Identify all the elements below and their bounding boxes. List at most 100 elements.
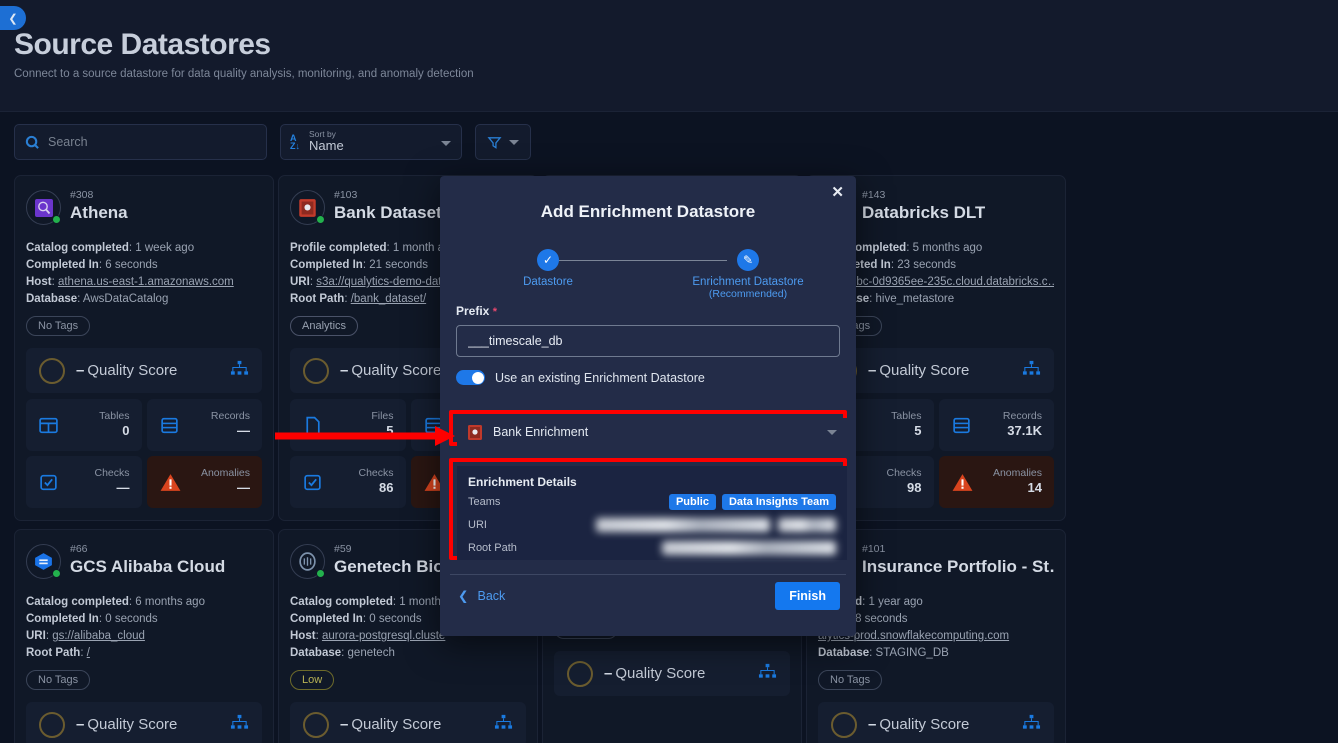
lineage-icon-wrap[interactable] (1022, 714, 1041, 735)
quality-score-box[interactable]: – Quality Score (26, 348, 262, 393)
lineage-icon-wrap[interactable] (758, 663, 777, 684)
close-icon[interactable]: ✕ (831, 185, 844, 200)
quality-score-box[interactable]: – Quality Score (26, 702, 262, 743)
lineage-icon-wrap[interactable] (230, 714, 249, 735)
datastore-avatar (26, 544, 61, 579)
finish-button[interactable]: Finish (775, 582, 840, 610)
card-meta-line: URI: gs://alibaba_cloud (26, 630, 145, 642)
stepper-step-enrichment-datastore[interactable]: ✎ Enrichment Datastore (Recommended) (673, 244, 823, 300)
stepper-step-datastore[interactable]: ✓ Datastore (473, 244, 623, 288)
modal-back-label: Back (477, 588, 506, 603)
meta-key: Database (290, 647, 342, 659)
quality-score-box[interactable]: – Quality Score (554, 651, 790, 696)
stat-records[interactable]: Records — (146, 399, 262, 451)
meta-value: hive_metastore (875, 293, 955, 305)
stat-anomalies[interactable]: Anomalies 14 (938, 456, 1054, 508)
meta-link[interactable]: /bank_dataset/ (351, 293, 426, 305)
meta-link[interactable]: gs://alibaba_cloud (52, 630, 145, 642)
stat-checks[interactable]: Checks — (26, 456, 142, 508)
lineage-icon (1022, 714, 1041, 729)
use-existing-enrichment-toggle[interactable] (456, 370, 485, 385)
checks-icon (304, 474, 321, 490)
pencil-icon: ✎ (737, 249, 759, 271)
quality-score-box[interactable]: – Quality Score (818, 702, 1054, 743)
quality-score-ring (831, 711, 857, 738)
lineage-icon-wrap[interactable] (494, 714, 513, 735)
quality-score-value: – (868, 716, 877, 733)
quality-score-label: Quality Score (351, 362, 442, 379)
datastore-card[interactable]: #66 GCS Alibaba Cloud Catalog completed: 6… (14, 529, 274, 743)
chevron-down-icon (827, 429, 837, 435)
prefix-input[interactable] (456, 325, 840, 357)
stat-records[interactable]: Records 37.1K (938, 399, 1054, 451)
meta-key: Catalog completed (26, 596, 129, 608)
enrichment-details-row-teams: Teams Public Data Insights Team (468, 492, 836, 512)
quality-score-label: Quality Score (615, 665, 706, 682)
lineage-icon-wrap[interactable] (1022, 360, 1041, 381)
stat-label: Records (1002, 410, 1042, 423)
meta-link[interactable]: athena.us-east-1.amazonaws.com (58, 276, 234, 288)
card-tag[interactable]: No Tags (26, 670, 91, 690)
modal-stepper: ✓ Datastore ✎ Enrichment Datastore (Reco… (483, 244, 813, 300)
meta-value: 6 seconds (105, 259, 158, 271)
meta-key: Database (818, 647, 870, 659)
datastore-card[interactable]: #308 Athena Catalog completed: 1 week ago C… (14, 175, 274, 521)
enrichment-details-panel: Enrichment Details Teams Public Data Ins… (457, 466, 847, 560)
meta-key: Completed In (290, 613, 363, 625)
stat-checks[interactable]: Checks 86 (290, 456, 406, 508)
card-tag-row: Low (290, 670, 526, 692)
card-tag[interactable]: No Tags (818, 670, 883, 690)
card-meta: Catalog completed: 1 week ago Completed I… (26, 240, 262, 308)
datastore-avatar (290, 544, 325, 579)
card-meta-line: Catalog completed: 1 week ago (26, 242, 195, 254)
meta-link[interactable]: / (87, 647, 90, 659)
meta-value: 1 week ago (135, 242, 195, 254)
meta-key: Host (290, 630, 316, 642)
meta-key: Root Path (26, 647, 81, 659)
stat-value: 0 (122, 423, 130, 439)
meta-link[interactable]: dbc-0d9365ee-235c.cloud.databricks.c… (850, 276, 1054, 288)
modal-back-button[interactable]: ❮ Back (458, 588, 506, 604)
card-meta-line: Database: AwsDataCatalog (26, 293, 169, 305)
stat-label: Checks (94, 467, 130, 480)
meta-value: 6 months ago (135, 596, 205, 608)
sort-by-dropdown[interactable]: A Z↓ Sort by Name (280, 124, 462, 160)
quality-score-value: – (76, 362, 85, 379)
meta-link[interactable]: aurora-postgresql.cluste (322, 630, 445, 642)
stat-value: 37.1K (1007, 423, 1042, 439)
meta-value: 0 seconds (105, 613, 158, 625)
card-tag[interactable]: Low (290, 670, 335, 690)
quality-score-box[interactable]: – Quality Score (290, 702, 526, 743)
status-badge (52, 215, 61, 224)
enrichment-details-row-root-path: Root Path (468, 538, 836, 558)
lineage-icon (230, 714, 249, 729)
card-tag-row: No Tags (26, 316, 262, 338)
funnel-icon (487, 136, 502, 149)
stat-tables[interactable]: Tables 0 (26, 399, 142, 451)
source-datastores-page: ❮ Source Datastores Connect to a source … (0, 0, 1338, 743)
card-tag[interactable]: Analytics (290, 316, 359, 336)
enrichment-select-highlight: Bank Enrichment (449, 410, 847, 446)
card-tag[interactable]: No Tags (26, 316, 91, 336)
quality-score-value: – (868, 362, 877, 379)
lineage-icon-wrap[interactable] (230, 360, 249, 381)
meta-value: genetech (347, 647, 395, 659)
search-input[interactable] (48, 135, 248, 149)
filter-button[interactable] (475, 124, 531, 160)
stat-anomalies[interactable]: Anomalies — (146, 456, 262, 508)
meta-key: Catalog completed (26, 242, 129, 254)
page-title: Source Datastores (14, 28, 271, 61)
meta-value: 0 seconds (369, 613, 422, 625)
back-navigation-button[interactable]: ❮ (0, 6, 26, 30)
stepper-step-label: Enrichment Datastore (692, 276, 804, 288)
search-box[interactable] (14, 124, 267, 160)
meta-link[interactable]: s3a://qualytics-demo-data (316, 276, 448, 288)
prefix-label: Prefix * (456, 304, 856, 318)
datastore-id: #66 (70, 543, 88, 555)
enrichment-details-title: Enrichment Details (468, 475, 577, 489)
detail-key: Teams (468, 496, 501, 508)
athena-icon (34, 198, 53, 217)
team-pill-data-insights: Data Insights Team (721, 494, 836, 510)
enrichment-datastore-select[interactable]: Bank Enrichment (457, 418, 847, 446)
datastore-name: Insurance Portfolio - St… (862, 557, 1054, 576)
